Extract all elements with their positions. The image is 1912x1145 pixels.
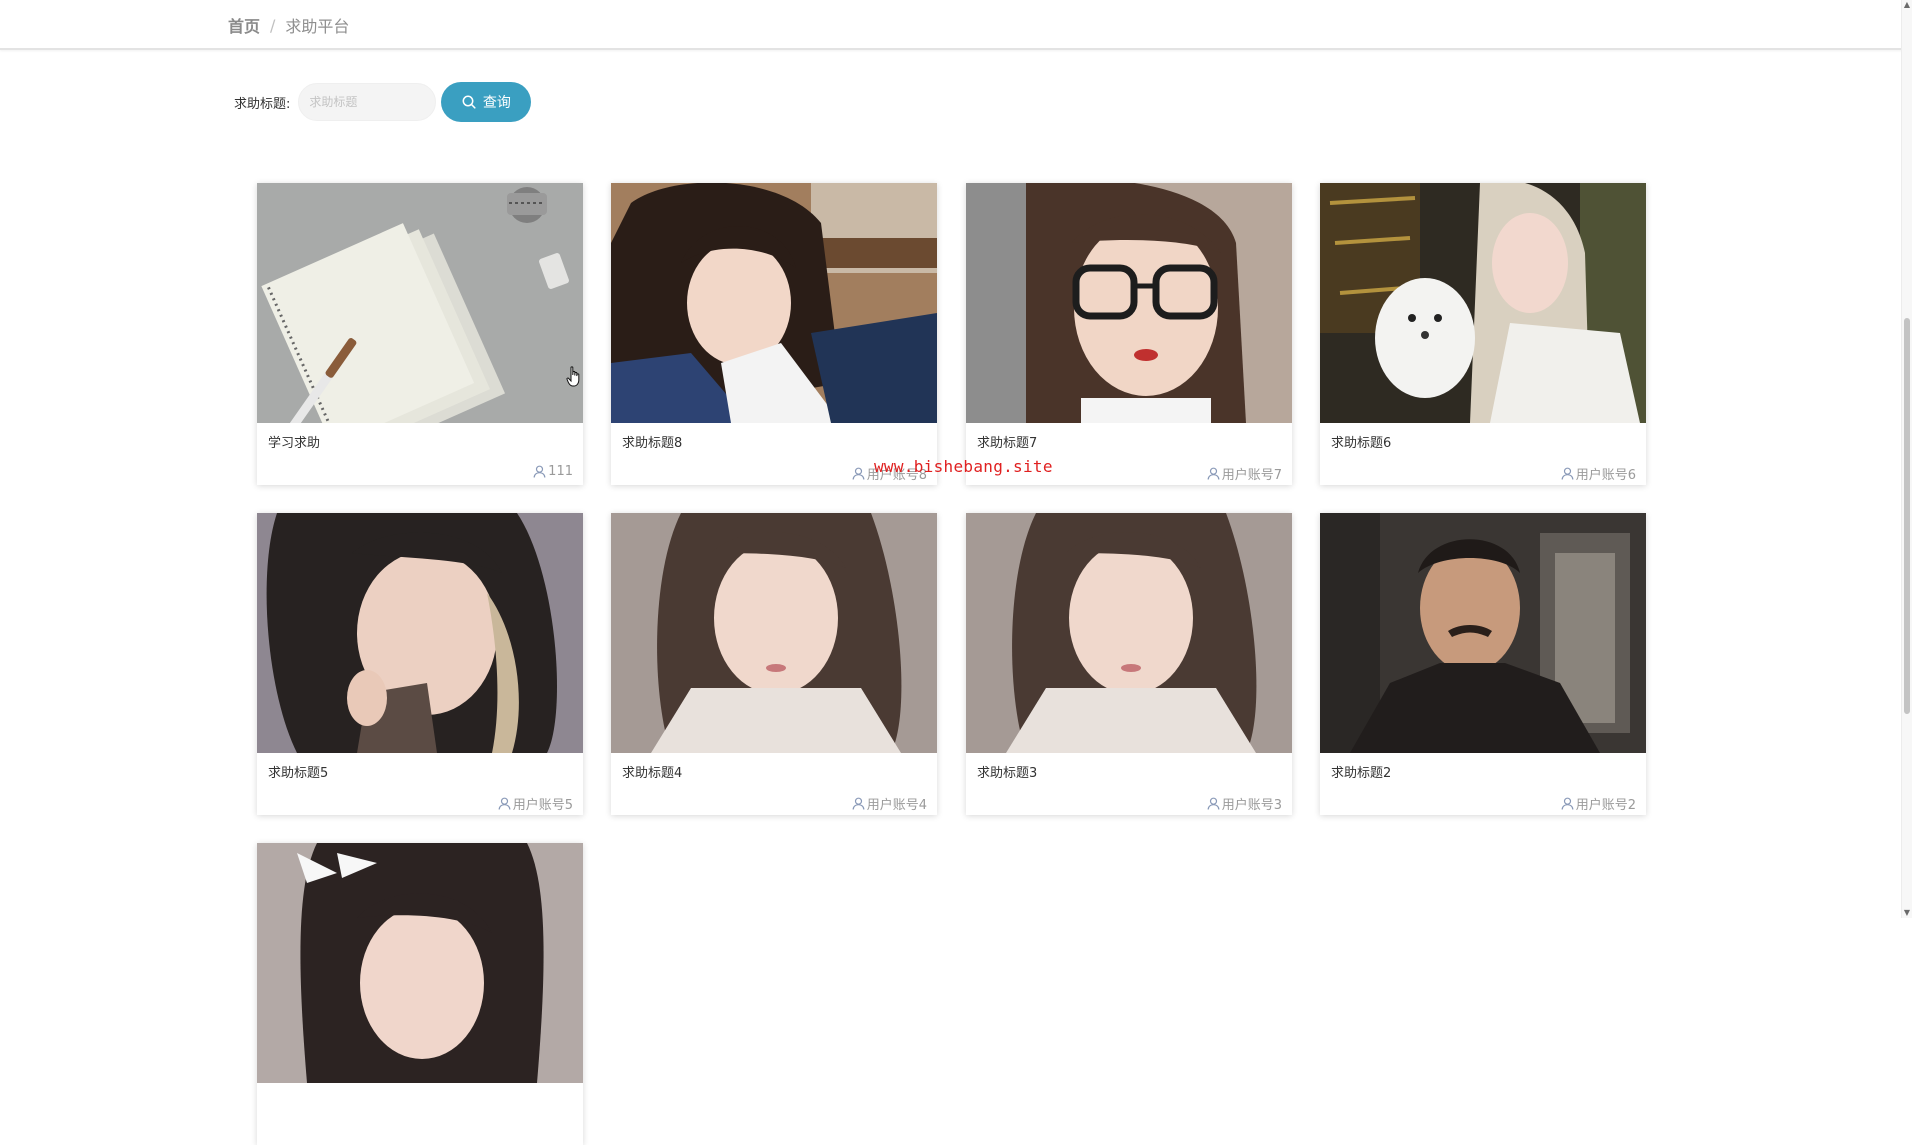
card-user-name: 111 (548, 464, 573, 479)
card-title: 求助标题2 (1331, 766, 1392, 781)
search-icon (462, 95, 476, 109)
card-image (966, 513, 1292, 753)
card-image (611, 513, 937, 753)
card-user: 用户账号7 (1207, 464, 1282, 483)
card-image (257, 183, 583, 423)
user-icon (533, 465, 546, 478)
card-title: 学习求助 (268, 436, 321, 451)
vertical-scrollbar[interactable]: ▲ ▼ (1901, 0, 1912, 918)
card-image (1320, 513, 1646, 753)
breadcrumb-home-link[interactable]: 首页 (228, 13, 260, 37)
card-title: 求助标题7 (977, 436, 1038, 451)
card-user: 用户账号6 (1561, 464, 1636, 483)
help-card[interactable]: 求助标题7 用户账号7 (966, 183, 1292, 485)
card-image (257, 513, 583, 753)
breadcrumb: 首页 / 求助平台 (228, 13, 349, 37)
card-user-name: 用户账号7 (1221, 468, 1282, 483)
help-card[interactable]: 求助标题2 用户账号2 (1320, 513, 1646, 815)
card-image (611, 183, 937, 423)
card-title: 求助标题4 (622, 766, 683, 781)
card-user-name: 用户账号3 (1221, 798, 1282, 813)
hand-pointer-icon (566, 366, 580, 387)
search-label: 求助标题: (234, 96, 291, 112)
help-card[interactable]: 求助标题3 用户账号3 (966, 513, 1292, 815)
help-card[interactable]: 求助标题6 用户账号6 (1320, 183, 1646, 485)
card-user: 用户账号4 (852, 794, 927, 813)
search-button-label: 查询 (482, 95, 511, 111)
card-title: 求助标题3 (977, 766, 1038, 781)
card-title: 求助标题6 (1331, 436, 1392, 451)
user-icon (1207, 797, 1220, 810)
card-user: 用户账号5 (498, 794, 573, 813)
user-icon (498, 797, 511, 810)
top-bar: 首页 / 求助平台 (0, 0, 1904, 50)
user-icon (852, 797, 865, 810)
help-card[interactable]: 学习求助 111 (257, 183, 583, 485)
breadcrumb-separator: / (270, 15, 276, 35)
card-user-name: 用户账号6 (1575, 468, 1636, 483)
scroll-down-arrow-icon[interactable]: ▼ (1902, 908, 1912, 918)
card-image (1320, 183, 1646, 423)
card-image (966, 183, 1292, 423)
card-user: 用户账号2 (1561, 794, 1636, 813)
user-icon (1561, 797, 1574, 810)
card-user: 111 (533, 464, 573, 479)
breadcrumb-current: 求助平台 (285, 17, 350, 36)
help-card[interactable]: 求助标题8 用户账号8 (611, 183, 937, 485)
help-card[interactable] (257, 843, 583, 1145)
user-icon (852, 467, 865, 480)
search-button[interactable]: 查询 (441, 82, 532, 122)
card-title: 求助标题8 (622, 436, 683, 451)
card-user-name: 用户账号4 (866, 798, 927, 813)
watermark: www.bishebang.site (874, 457, 1053, 476)
help-card[interactable]: 求助标题5 用户账号5 (257, 513, 583, 815)
card-image (257, 843, 583, 1083)
scroll-up-arrow-icon[interactable]: ▲ (1902, 0, 1912, 10)
card-user-name: 用户账号2 (1575, 798, 1636, 813)
user-icon (1561, 467, 1574, 480)
help-card[interactable]: 求助标题4 用户账号4 (611, 513, 937, 815)
card-user: 用户账号3 (1207, 794, 1282, 813)
card-user-name: 用户账号5 (512, 798, 573, 813)
card-title: 求助标题5 (268, 766, 329, 781)
search-form: 求助标题: 查询 (234, 82, 532, 122)
scrollbar-thumb[interactable] (1904, 318, 1910, 714)
search-input[interactable] (298, 83, 437, 121)
user-icon (1207, 467, 1220, 480)
